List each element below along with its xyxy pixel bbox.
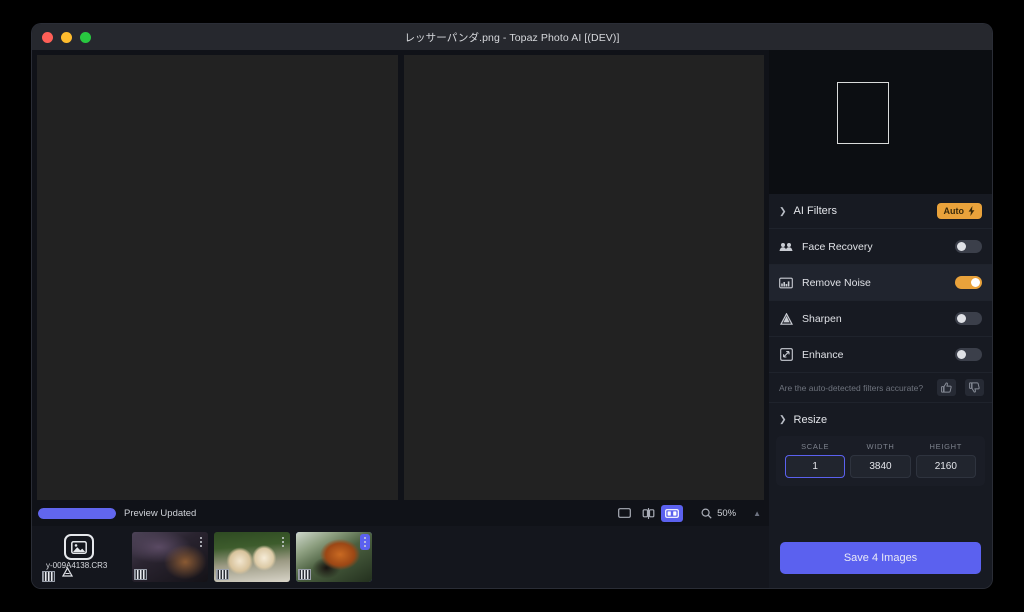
resize-header[interactable]: ❯ Resize — [769, 402, 992, 436]
desktop-background: レッサーパンダ.png - Topaz Photo AI [(DEV)] Pre… — [0, 0, 1024, 612]
lightning-icon — [968, 206, 975, 216]
window-controls — [32, 31, 91, 43]
save-button[interactable]: Save 4 Images — [780, 542, 981, 574]
enhance-icon — [779, 348, 793, 362]
scale-field-group: SCALE 1 — [785, 442, 846, 478]
thumbnail-menu-button[interactable] — [278, 534, 288, 550]
window-body: Preview Updated 50% ▲ y-009A4138.CR3 ❯ A… — [32, 50, 992, 588]
filter-feedback: Are the auto-detected filters accurate? — [769, 372, 992, 402]
preview-pane-original[interactable] — [37, 55, 398, 500]
ai-filters-header[interactable]: ❯ AI Filters Auto — [769, 194, 992, 228]
add-image-icon[interactable] — [64, 534, 94, 560]
split-view-icon — [642, 507, 654, 519]
filter-label: Sharpen — [802, 312, 842, 325]
magnifier-icon — [701, 507, 712, 519]
raw-indicator-icon — [61, 564, 74, 582]
side-by-side-icon — [665, 508, 679, 518]
zoom-control[interactable]: 50% ▲ — [701, 508, 761, 519]
list-item[interactable]: y-009A4138.CR3 — [40, 532, 126, 582]
table-row[interactable] — [296, 532, 372, 582]
thumbs-up-icon — [941, 382, 952, 393]
height-field-group: HEIGHT 2160 — [915, 442, 976, 478]
chevron-up-icon[interactable]: ▲ — [753, 509, 761, 518]
auto-badge-label: Auto — [943, 206, 965, 216]
table-row[interactable] — [214, 532, 290, 582]
ai-filters-title: AI Filters — [793, 205, 837, 217]
view-mode-group — [613, 504, 684, 522]
filmstrip: y-009A4138.CR3 — [32, 526, 769, 588]
zoom-level-label: 50% — [717, 507, 737, 519]
chevron-down-icon[interactable]: ❯ — [779, 414, 787, 425]
preview-panes — [32, 50, 769, 500]
filter-label: Face Recovery — [802, 240, 873, 253]
film-badge-icon — [42, 571, 55, 582]
filter-row-enhance[interactable]: Enhance — [769, 336, 992, 372]
sharpen-icon — [779, 312, 793, 326]
thumbnail-menu-button[interactable] — [196, 534, 206, 550]
filter-row-remove-noise[interactable]: Remove Noise — [769, 264, 992, 300]
window-title: レッサーパンダ.png - Topaz Photo AI [(DEV)] — [404, 31, 620, 44]
thumbnail-menu-button[interactable] — [360, 534, 370, 550]
status-label: Preview Updated — [124, 507, 197, 519]
filter-toggle[interactable] — [955, 276, 982, 289]
thumbs-down-icon — [969, 382, 980, 393]
film-badge-icon — [216, 569, 229, 580]
chevron-down-icon[interactable]: ❯ — [779, 206, 787, 217]
filter-toggle[interactable] — [955, 240, 982, 253]
filter-row-face-recovery[interactable]: Face Recovery — [769, 228, 992, 264]
original-image — [37, 55, 398, 500]
resize-fields: SCALE 1 WIDTH 3840 HEIGHT 2160 — [776, 436, 985, 486]
filter-label: Remove Noise — [802, 276, 871, 289]
progress-bar — [38, 507, 116, 519]
split-view-button[interactable] — [637, 505, 659, 522]
thumbs-down-button[interactable] — [965, 379, 984, 396]
navigator-preview[interactable] — [769, 50, 992, 194]
height-label: HEIGHT — [929, 442, 963, 451]
side-by-side-view-button[interactable] — [661, 504, 684, 522]
width-field-group: WIDTH 3840 — [850, 442, 911, 478]
app-window: レッサーパンダ.png - Topaz Photo AI [(DEV)] Pre… — [32, 24, 992, 588]
noise-icon — [779, 276, 793, 290]
title-bar: レッサーパンダ.png - Topaz Photo AI [(DEV)] — [32, 24, 992, 50]
resize-title: Resize — [793, 413, 828, 426]
single-view-button[interactable] — [613, 505, 635, 522]
preview-pane-processed[interactable] — [403, 55, 765, 500]
filter-toggle[interactable] — [955, 312, 982, 325]
minimize-button[interactable] — [61, 31, 72, 43]
filename-label: y-009A4138.CR3 — [46, 561, 108, 570]
film-badge-icon — [298, 569, 311, 580]
scale-label: SCALE — [801, 442, 830, 451]
film-badge-icon — [134, 569, 147, 580]
thumbs-up-button[interactable] — [937, 379, 956, 396]
navigator-viewport-rect[interactable] — [837, 82, 889, 144]
rectangle-icon — [617, 508, 631, 518]
save-area: Save 4 Images — [769, 532, 992, 588]
filter-toggle[interactable] — [955, 348, 982, 361]
right-panel: ❯ AI Filters Auto Face Recovery Remove N… — [769, 50, 992, 588]
editor-area: Preview Updated 50% ▲ y-009A4138.CR3 — [32, 50, 769, 588]
filter-label: Enhance — [802, 348, 844, 361]
panel-spacer — [769, 486, 992, 532]
status-bar: Preview Updated 50% ▲ — [32, 500, 769, 526]
feedback-question: Are the auto-detected filters accurate? — [779, 382, 924, 393]
height-input[interactable]: 2160 — [915, 455, 976, 478]
close-button[interactable] — [42, 31, 53, 43]
progress-fill — [38, 507, 116, 519]
table-row[interactable] — [132, 532, 208, 582]
auto-badge[interactable]: Auto — [936, 203, 982, 219]
maximize-button[interactable] — [80, 31, 91, 43]
faces-icon — [779, 240, 793, 254]
processed-image — [404, 55, 765, 500]
filter-row-sharpen[interactable]: Sharpen — [769, 300, 992, 336]
width-input[interactable]: 3840 — [850, 455, 911, 478]
width-label: WIDTH — [866, 442, 895, 451]
scale-input[interactable]: 1 — [785, 455, 846, 478]
